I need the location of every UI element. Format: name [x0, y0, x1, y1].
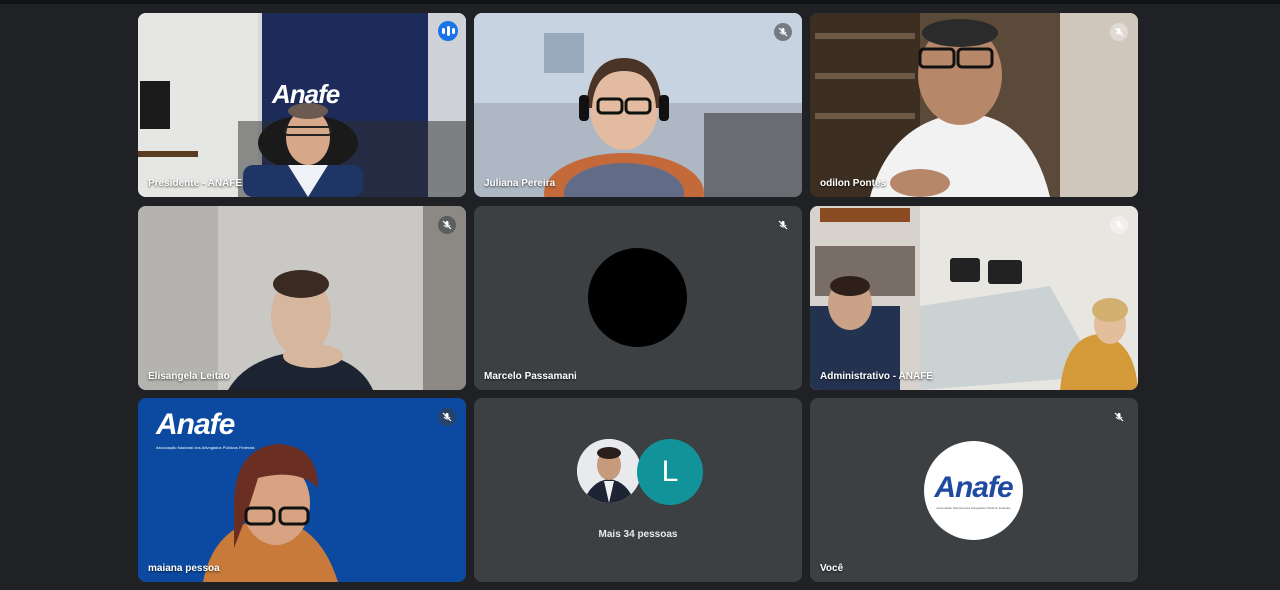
top-edge-bar — [0, 0, 1280, 4]
avatar-logo: Anafe Associação Nacional dos Advogados … — [924, 441, 1023, 540]
participant-name: Você — [820, 563, 844, 574]
participant-name: Administrativo - ANAFE — [820, 371, 933, 382]
mic-off-icon — [1110, 216, 1128, 234]
mic-off-icon — [438, 408, 456, 426]
avatar — [577, 439, 641, 503]
participant-tile-marcelo[interactable]: Marcelo Passamani — [474, 206, 802, 390]
banner-subtitle: Associação Nacional dos Advogados Públic… — [156, 445, 255, 450]
logo-subtitle: Associação Nacional dos Advogados Públic… — [936, 506, 1011, 510]
participant-tile-presidente[interactable]: Anafe Presidente - ANAFE — [138, 13, 466, 197]
mic-off-icon — [1110, 23, 1128, 41]
participant-name: Elisangela Leitao — [148, 371, 230, 382]
banner-logo-text: Anafe — [156, 408, 235, 441]
participant-name: maiana pessoa — [148, 563, 220, 574]
video-feed — [474, 13, 802, 197]
mic-off-icon — [774, 216, 792, 234]
mic-off-icon — [1110, 408, 1128, 426]
more-participants-tile[interactable]: L Mais 34 pessoas — [474, 398, 802, 582]
wall-logo-text: Anafe — [272, 79, 340, 109]
participant-name: Marcelo Passamani — [484, 371, 577, 382]
video-feed — [138, 206, 466, 390]
more-participants-label: Mais 34 pessoas — [598, 529, 678, 540]
logo-text: Anafe — [934, 471, 1013, 504]
video-feed — [810, 13, 1138, 197]
participant-name: odilon Pontes — [820, 178, 887, 189]
mic-off-icon — [438, 216, 456, 234]
participant-name: Presidente - ANAFE — [148, 178, 243, 189]
participant-tile-voce[interactable]: Anafe Associação Nacional dos Advogados … — [810, 398, 1138, 582]
mic-off-icon — [774, 23, 792, 41]
participant-tile-maiana[interactable]: Anafe Associação Nacional dos Advogados … — [138, 398, 466, 582]
participant-tile-elisangela[interactable]: Elisangela Leitao — [138, 206, 466, 390]
participant-tile-administrativo[interactable]: Administrativo - ANAFE — [810, 206, 1138, 390]
participant-tile-juliana[interactable]: Juliana Pereira — [474, 13, 802, 197]
participant-avatar — [588, 248, 687, 347]
speaking-indicator-icon — [438, 21, 458, 41]
participant-tile-odilon[interactable]: odilon Pontes — [810, 13, 1138, 197]
participant-name: Juliana Pereira — [484, 178, 556, 189]
video-feed — [810, 206, 1138, 390]
avatar-group: L — [577, 439, 707, 505]
avatar-letter: L — [637, 439, 703, 505]
